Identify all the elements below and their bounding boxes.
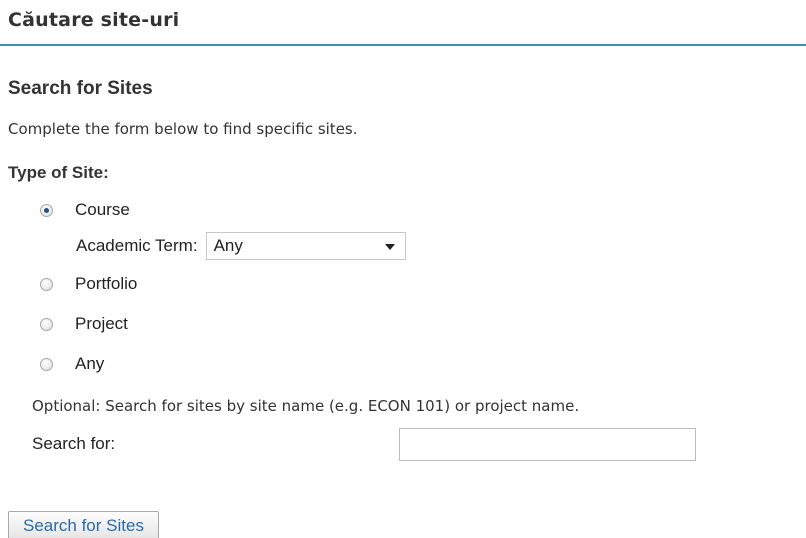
section-heading: Search for Sites [8, 78, 153, 99]
portfolio-radio-button[interactable] [40, 277, 53, 291]
search-for-label: Search for: [32, 434, 116, 453]
academic-term-selected-value: Any [213, 236, 243, 255]
dropdown-arrow-icon [384, 244, 395, 250]
project-radio-button[interactable] [40, 317, 53, 331]
course-radio-button[interactable] [40, 203, 53, 217]
course-radio-label: Course [75, 200, 130, 219]
page-header: Căutare site-uri [0, 0, 806, 46]
any-radio-label: Any [75, 354, 105, 373]
any-radio-button[interactable] [40, 357, 53, 371]
academic-term-row: Academic Term: Any [76, 232, 406, 260]
project-radio-label: Project [75, 314, 128, 333]
page-title: Căutare site-uri [8, 9, 180, 31]
portfolio-radio-label: Portfolio [75, 274, 138, 293]
optional-search-hint: Optional: Search for sites by site name … [32, 397, 580, 415]
search-for-sites-button[interactable]: Search for Sites [8, 511, 159, 538]
radio-option-portfolio[interactable]: Portfolio [40, 274, 137, 294]
radio-option-any[interactable]: Any [40, 354, 104, 374]
search-input[interactable] [399, 428, 696, 461]
radio-option-course[interactable]: Course [40, 200, 130, 220]
site-type-label: Type of Site: [8, 163, 109, 182]
academic-term-label: Academic Term: [76, 236, 198, 255]
radio-option-project[interactable]: Project [40, 314, 128, 334]
academic-term-select[interactable]: Any [205, 232, 406, 260]
instruction-text: Complete the form below to find specific… [8, 120, 358, 138]
